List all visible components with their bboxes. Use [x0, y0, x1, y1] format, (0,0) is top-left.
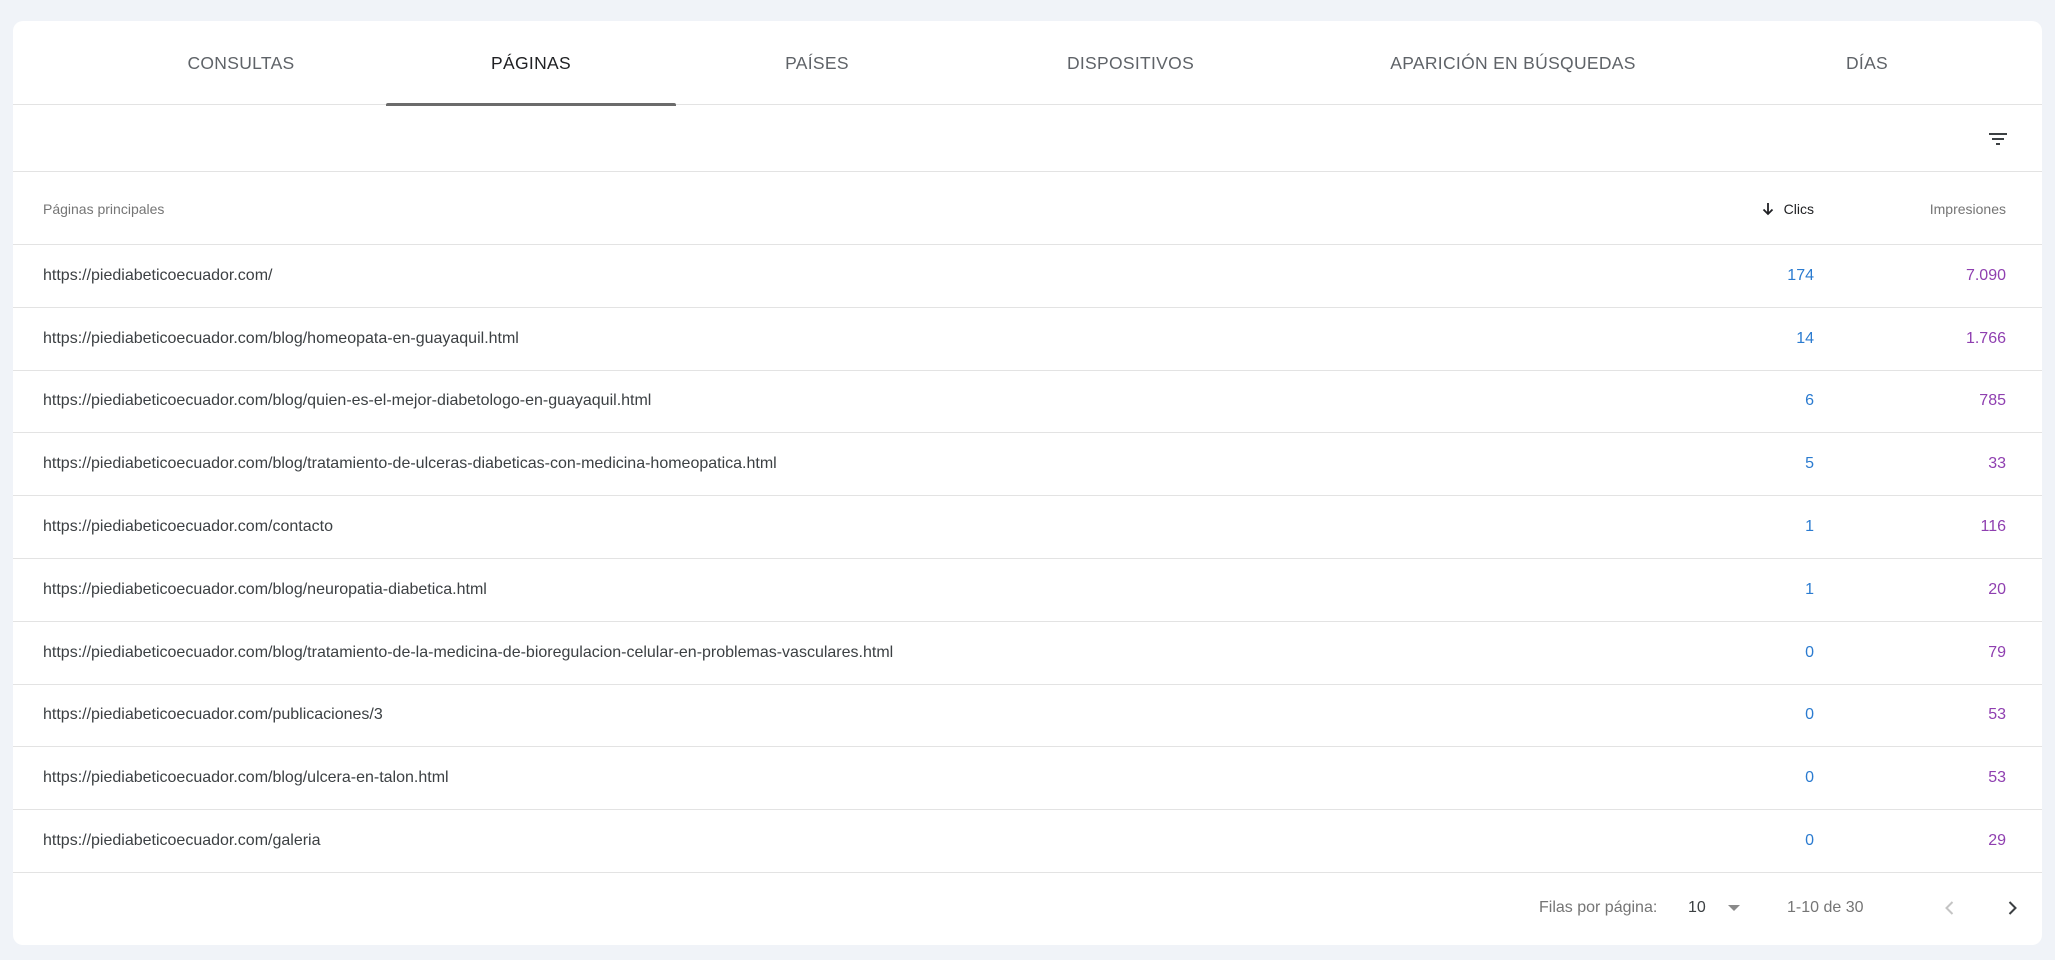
rows-per-page-value: 10 [1688, 899, 1706, 916]
clicks-value: 0 [1805, 643, 1814, 661]
dimension-tabs: CONSULTAS PÁGINAS PAÍSES DISPOSITIVOS AP… [13, 21, 2042, 106]
impressions-value: 785 [1979, 392, 2006, 410]
table-header: Páginas principales Clics Impresiones [13, 172, 2042, 245]
caret-down-icon [1727, 905, 1740, 911]
tab-paises[interactable]: PAÍSES [683, 21, 951, 105]
table-body: https://piediabeticoecuador.com/ 174 7.0… [13, 245, 2042, 873]
tab-label: CONSULTAS [187, 52, 295, 73]
clicks-value: 0 [1805, 769, 1814, 787]
page-url[interactable]: https://piediabeticoecuador.com/galeria [43, 810, 321, 872]
page-url[interactable]: https://piediabeticoecuador.com/contacto [43, 496, 333, 558]
impressions-value: 53 [1988, 769, 2006, 787]
table-row[interactable]: https://piediabeticoecuador.com/galeria … [13, 810, 2042, 873]
tab-aparicion-en-busquedas[interactable]: APARICIÓN EN BÚSQUEDAS [1313, 21, 1713, 105]
clicks-value: 174 [1787, 266, 1814, 284]
tab-label: PÁGINAS [491, 52, 571, 73]
filter-icon [1989, 133, 2007, 145]
pagination: Filas por página: 10 1-10 de 30 [13, 871, 2042, 945]
page-url[interactable]: https://piediabeticoecuador.com/blog/neu… [43, 559, 487, 621]
chevron-right-icon [2008, 901, 2017, 915]
impressions-value: 1.766 [1965, 329, 2006, 347]
tab-dispositivos[interactable]: DISPOSITIVOS [963, 21, 1298, 105]
tab-label: DISPOSITIVOS [1066, 52, 1195, 73]
page-url[interactable]: https://piediabeticoecuador.com/blog/qui… [43, 371, 651, 433]
arrow-down-icon [1762, 202, 1773, 215]
clicks-header-label: Clics [1783, 200, 1814, 217]
table-row[interactable]: https://piediabeticoecuador.com/ 174 7.0… [13, 245, 2042, 308]
rows-per-page-label: Filas por página: [1539, 899, 1658, 916]
column-header-impressions[interactable]: Impresiones [1930, 172, 2006, 245]
tab-label: DÍAS [1845, 52, 1889, 73]
clicks-value: 6 [1805, 392, 1814, 410]
table-row[interactable]: https://piediabeticoecuador.com/blog/qui… [13, 371, 2042, 434]
table-row[interactable]: https://piediabeticoecuador.com/blog/hom… [13, 308, 2042, 371]
page-url[interactable]: https://piediabeticoecuador.com/blog/ulc… [43, 747, 449, 809]
tab-label: PAÍSES [785, 52, 849, 73]
clicks-value: 1 [1805, 518, 1814, 536]
impressions-value: 116 [1980, 518, 2006, 536]
next-page-button[interactable] [1992, 888, 2032, 928]
tab-dias[interactable]: DÍAS [1733, 21, 2001, 105]
clicks-value: 1 [1805, 580, 1814, 598]
page-url[interactable]: https://piediabeticoecuador.com/blog/tra… [43, 622, 893, 684]
page-url[interactable]: https://piediabeticoecuador.com/blog/hom… [43, 308, 519, 370]
impressions-value: 53 [1988, 706, 2006, 724]
table-row[interactable]: https://piediabeticoecuador.com/blog/ulc… [13, 747, 2042, 811]
clicks-value: 0 [1805, 832, 1814, 850]
page-url[interactable]: https://piediabeticoecuador.com/publicac… [43, 685, 383, 747]
table-row[interactable]: https://piediabeticoecuador.com/blog/tra… [13, 622, 2042, 685]
previous-page-button[interactable] [1930, 888, 1970, 928]
table-row[interactable]: https://piediabeticoecuador.com/contacto… [13, 496, 2042, 559]
page-range: 1-10 de 30 [1787, 899, 1864, 916]
performance-card: CONSULTAS PÁGINAS PAÍSES DISPOSITIVOS AP… [13, 21, 2042, 945]
impressions-value: 7.090 [1965, 266, 2006, 284]
impressions-value: 79 [1988, 643, 2006, 661]
clicks-value: 0 [1805, 706, 1814, 724]
tab-consultas[interactable]: CONSULTAS [107, 21, 375, 105]
table-row[interactable]: https://piediabeticoecuador.com/blog/tra… [13, 433, 2042, 497]
impressions-value: 29 [1988, 832, 2006, 850]
page-url[interactable]: https://piediabeticoecuador.com/ [43, 245, 272, 307]
rows-per-page-select[interactable]: 10 [1688, 888, 1758, 928]
table-row[interactable]: https://piediabeticoecuador.com/blog/neu… [13, 559, 2042, 622]
column-header-pages[interactable]: Páginas principales [43, 172, 164, 245]
filter-bar [13, 105, 2042, 172]
filter-button[interactable] [1978, 119, 2018, 159]
table-row[interactable]: https://piediabeticoecuador.com/publicac… [13, 685, 2042, 748]
chevron-left-icon [1945, 901, 1954, 915]
tab-label: APARICIÓN EN BÚSQUEDAS [1390, 52, 1636, 73]
impressions-value: 33 [1988, 455, 2006, 473]
impressions-value: 20 [1988, 580, 2006, 598]
clicks-value: 5 [1805, 455, 1814, 473]
clicks-value: 14 [1796, 329, 1814, 347]
tab-paginas[interactable]: PÁGINAS [386, 21, 676, 106]
page-url[interactable]: https://piediabeticoecuador.com/blog/tra… [43, 433, 777, 495]
column-header-clicks[interactable]: Clics [1760, 172, 1814, 245]
